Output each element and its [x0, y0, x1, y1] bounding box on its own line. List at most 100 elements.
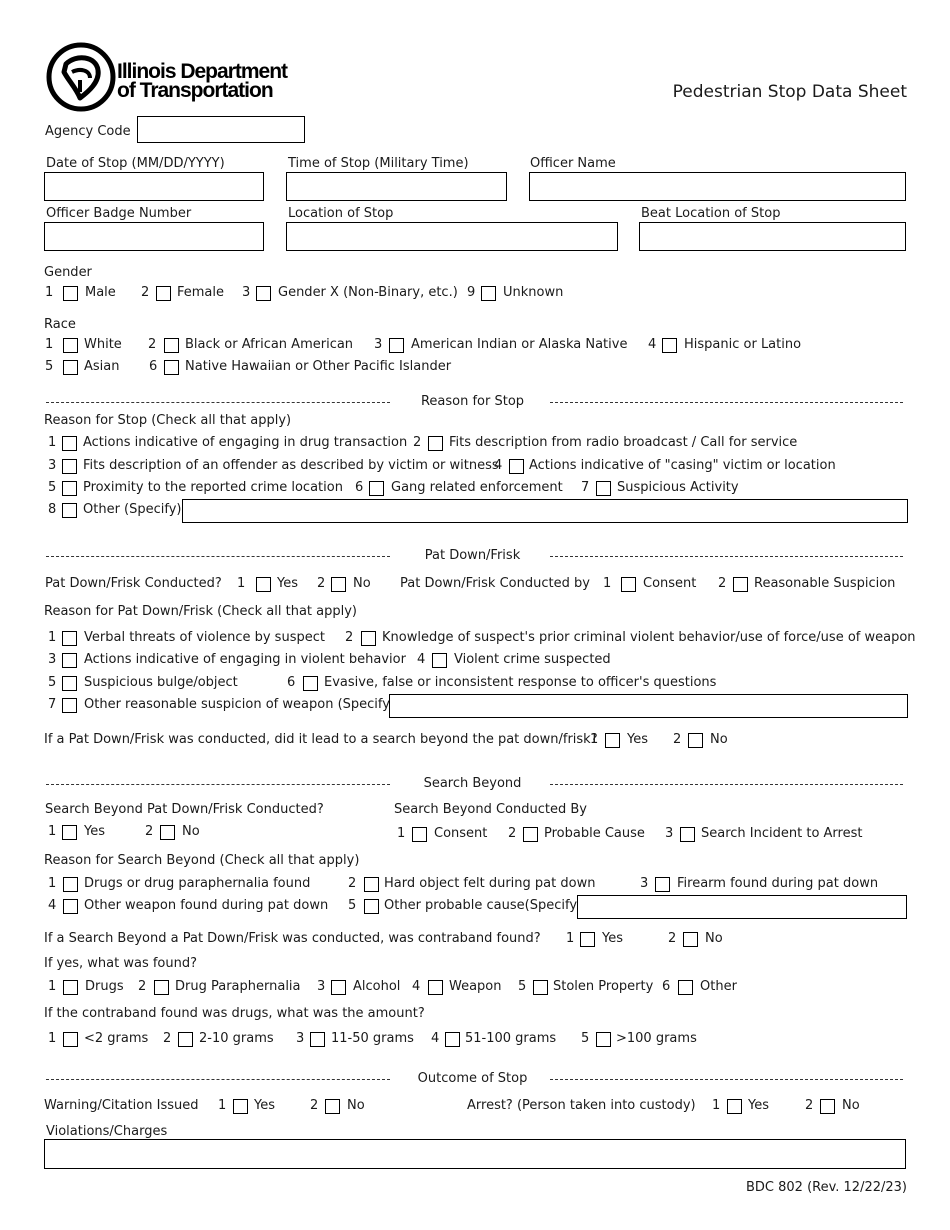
- time-of-stop-input[interactable]: [286, 172, 507, 201]
- section-title-search-beyond: Search Beyond: [423, 776, 522, 791]
- location-of-stop-label: Location of Stop: [288, 206, 394, 221]
- location-of-stop-input[interactable]: [286, 222, 618, 251]
- option-number: 3: [374, 337, 383, 352]
- search-reason-firearm-checkbox[interactable]: [655, 877, 670, 892]
- pat-reason-violent-crime-checkbox[interactable]: [432, 653, 447, 668]
- amount-2-10g-checkbox[interactable]: [178, 1032, 193, 1047]
- arrest-no-checkbox[interactable]: [820, 1099, 835, 1114]
- agency-code-input[interactable]: [137, 116, 305, 143]
- contraband-no-checkbox[interactable]: [683, 932, 698, 947]
- found-alcohol-checkbox[interactable]: [331, 980, 346, 995]
- option-number: 1: [48, 824, 57, 839]
- race-pacific-islander-checkbox[interactable]: [164, 360, 179, 375]
- option-number: 2: [673, 732, 682, 747]
- option-label: Violent crime suspected: [454, 652, 611, 667]
- found-other-checkbox[interactable]: [678, 980, 693, 995]
- reason-offender-description-checkbox[interactable]: [62, 459, 77, 474]
- gender-unknown-checkbox[interactable]: [481, 286, 496, 301]
- search-by-incident-to-arrest-checkbox[interactable]: [680, 827, 695, 842]
- search-reason-other-weapon-checkbox[interactable]: [63, 899, 78, 914]
- amount-51-100g-checkbox[interactable]: [445, 1032, 460, 1047]
- date-of-stop-input[interactable]: [44, 172, 264, 201]
- option-label: No: [842, 1098, 860, 1113]
- option-number: 2: [148, 337, 157, 352]
- pat-down-no-checkbox[interactable]: [331, 577, 346, 592]
- amount-over-100g-checkbox[interactable]: [596, 1032, 611, 1047]
- option-number: 1: [48, 979, 57, 994]
- pat-reason-evasive-checkbox[interactable]: [303, 676, 318, 691]
- gender-x-checkbox[interactable]: [256, 286, 271, 301]
- pat-down-consent-checkbox[interactable]: [621, 577, 636, 592]
- option-label: No: [182, 824, 200, 839]
- option-number: 9: [467, 285, 476, 300]
- race-american-indian-checkbox[interactable]: [389, 338, 404, 353]
- pat-down-yes-checkbox[interactable]: [256, 577, 271, 592]
- beat-location-label: Beat Location of Stop: [641, 206, 781, 221]
- found-stolen-property-checkbox[interactable]: [533, 980, 548, 995]
- option-label: 11-50 grams: [331, 1031, 414, 1046]
- found-drugs-checkbox[interactable]: [63, 980, 78, 995]
- reason-proximity-checkbox[interactable]: [62, 481, 77, 496]
- pat-down-reason-label: Reason for Pat Down/Frisk (Check all tha…: [44, 604, 358, 619]
- option-number: 5: [581, 1031, 590, 1046]
- search-beyond-yes-checkbox[interactable]: [62, 825, 77, 840]
- reason-gang-checkbox[interactable]: [369, 481, 384, 496]
- officer-name-input[interactable]: [529, 172, 906, 201]
- search-reason-other-probable-cause-checkbox[interactable]: [364, 899, 379, 914]
- option-number: 2: [718, 576, 727, 591]
- found-weapon-checkbox[interactable]: [428, 980, 443, 995]
- option-label: Other (Specify): [83, 502, 182, 517]
- form-title: Pedestrian Stop Data Sheet: [672, 82, 907, 102]
- pat-down-conducted-by-label: Pat Down/Frisk Conducted by: [400, 576, 590, 591]
- badge-number-input[interactable]: [44, 222, 264, 251]
- reason-suspicious-activity-checkbox[interactable]: [596, 481, 611, 496]
- beat-location-input[interactable]: [639, 222, 906, 251]
- option-label: Consent: [434, 826, 488, 841]
- option-label: Other weapon found during pat down: [84, 898, 329, 913]
- option-number: 6: [149, 359, 158, 374]
- race-hispanic-checkbox[interactable]: [662, 338, 677, 353]
- pat-reason-violent-behavior-checkbox[interactable]: [62, 653, 77, 668]
- option-label: Yes: [254, 1098, 275, 1113]
- option-number: 6: [355, 480, 364, 495]
- search-by-probable-cause-checkbox[interactable]: [523, 827, 538, 842]
- pat-reason-bulge-checkbox[interactable]: [62, 676, 77, 691]
- contraband-yes-checkbox[interactable]: [580, 932, 595, 947]
- pat-reason-verbal-threats-checkbox[interactable]: [62, 631, 77, 646]
- arrest-yes-checkbox[interactable]: [727, 1099, 742, 1114]
- gender-male-checkbox[interactable]: [63, 286, 78, 301]
- option-label: Gender X (Non-Binary, etc.): [278, 285, 458, 300]
- search-reason-drugs-checkbox[interactable]: [63, 877, 78, 892]
- warning-yes-checkbox[interactable]: [233, 1099, 248, 1114]
- amount-11-50g-checkbox[interactable]: [310, 1032, 325, 1047]
- option-number: 3: [48, 458, 57, 473]
- reason-other-specify-input[interactable]: [182, 499, 908, 523]
- option-label: No: [705, 931, 723, 946]
- warning-no-checkbox[interactable]: [325, 1099, 340, 1114]
- search-beyond-conducted-label: Search Beyond Pat Down/Frisk Conducted?: [45, 802, 324, 817]
- search-beyond-no-checkbox[interactable]: [160, 825, 175, 840]
- reason-other-checkbox[interactable]: [62, 503, 77, 518]
- search-by-consent-checkbox[interactable]: [412, 827, 427, 842]
- gender-female-checkbox[interactable]: [156, 286, 171, 301]
- found-paraphernalia-checkbox[interactable]: [154, 980, 169, 995]
- option-label: Drugs or drug paraphernalia found: [84, 876, 311, 891]
- reason-drug-transaction-checkbox[interactable]: [62, 436, 77, 451]
- violations-input[interactable]: [44, 1139, 906, 1169]
- search-reason-other-specify-input[interactable]: [577, 895, 907, 919]
- race-white-checkbox[interactable]: [63, 338, 78, 353]
- pat-down-reasonable-suspicion-checkbox[interactable]: [733, 577, 748, 592]
- race-asian-checkbox[interactable]: [63, 360, 78, 375]
- pat-lead-yes-checkbox[interactable]: [605, 733, 620, 748]
- race-black-checkbox[interactable]: [164, 338, 179, 353]
- amount-under-2g-checkbox[interactable]: [63, 1032, 78, 1047]
- pat-reason-other-checkbox[interactable]: [62, 698, 77, 713]
- option-label: Proximity to the reported crime location: [83, 480, 343, 495]
- pat-reason-other-specify-input[interactable]: [389, 694, 908, 718]
- pat-reason-prior-knowledge-checkbox[interactable]: [361, 631, 376, 646]
- pat-lead-no-checkbox[interactable]: [688, 733, 703, 748]
- option-label: Fits description from radio broadcast / …: [449, 435, 798, 450]
- reason-casing-checkbox[interactable]: [509, 459, 524, 474]
- reason-radio-broadcast-checkbox[interactable]: [428, 436, 443, 451]
- search-reason-hard-object-checkbox[interactable]: [364, 877, 379, 892]
